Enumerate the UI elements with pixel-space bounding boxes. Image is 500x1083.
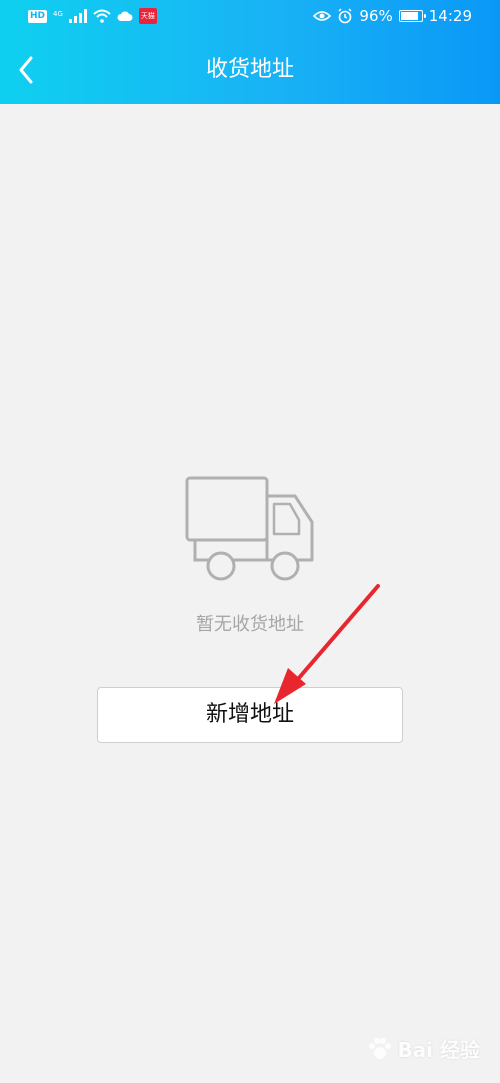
status-right: 96% 14:29 [313,7,472,25]
empty-message: 暂无收货地址 [196,614,304,635]
empty-state: 暂无收货地址 [0,474,500,636]
nav-bar: 收货地址 [0,36,500,104]
alarm-icon [338,8,352,24]
truck-icon [185,476,314,581]
clock: 14:29 [428,7,472,25]
header: HD 4G 天猫 96% 14:29 收货地址 [0,0,500,104]
tmall-badge: 天猫 [138,8,157,24]
watermark-text: Bai 经验 [397,1038,480,1062]
eye-icon [313,11,332,21]
network-type: 4G [53,10,63,18]
page-title: 收货地址 [205,57,294,82]
battery-fill [400,12,418,20]
chevron-left-icon [19,56,33,84]
hd-badge: HD [28,9,48,23]
add-address-button[interactable]: 新增地址 [97,687,403,743]
watermark: Bai 经验 [367,1034,480,1063]
battery-percent: 96% [359,7,393,25]
cloud-icon [117,11,133,21]
wifi-icon [93,9,111,23]
paw-icon [369,1037,392,1059]
back-button[interactable] [6,50,46,90]
status-left: HD 4G 天猫 [28,8,157,24]
status-bar: HD 4G 天猫 96% 14:29 [0,0,500,36]
signal-icon [68,9,87,23]
battery-icon [398,10,426,22]
